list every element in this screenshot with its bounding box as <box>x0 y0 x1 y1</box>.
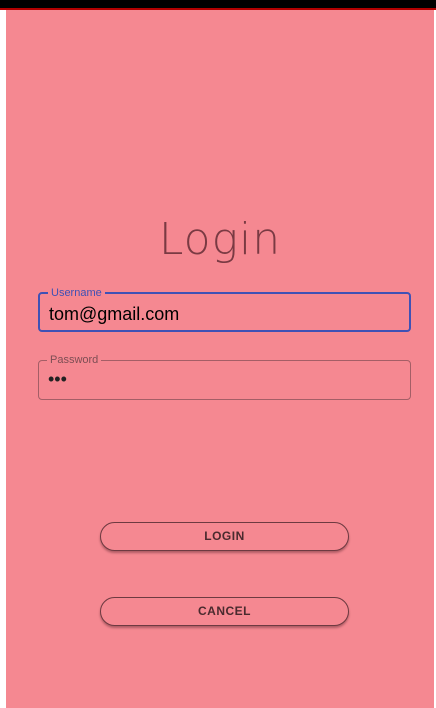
login-screen: Login Username tom@gmail.com Password ••… <box>6 10 434 708</box>
username-field[interactable]: Username tom@gmail.com <box>38 286 411 332</box>
cancel-button[interactable]: CANCEL <box>100 597 349 626</box>
password-input[interactable]: ••• <box>48 369 67 389</box>
password-field[interactable]: Password ••• <box>38 353 411 400</box>
login-button[interactable]: LOGIN <box>100 522 349 551</box>
password-label: Password <box>47 353 102 367</box>
status-bar <box>0 0 436 10</box>
page-title: Login <box>158 214 282 265</box>
username-label: Username <box>48 286 105 300</box>
device-frame: Login Username tom@gmail.com Password ••… <box>0 0 436 708</box>
username-input[interactable]: tom@gmail.com <box>49 304 179 324</box>
